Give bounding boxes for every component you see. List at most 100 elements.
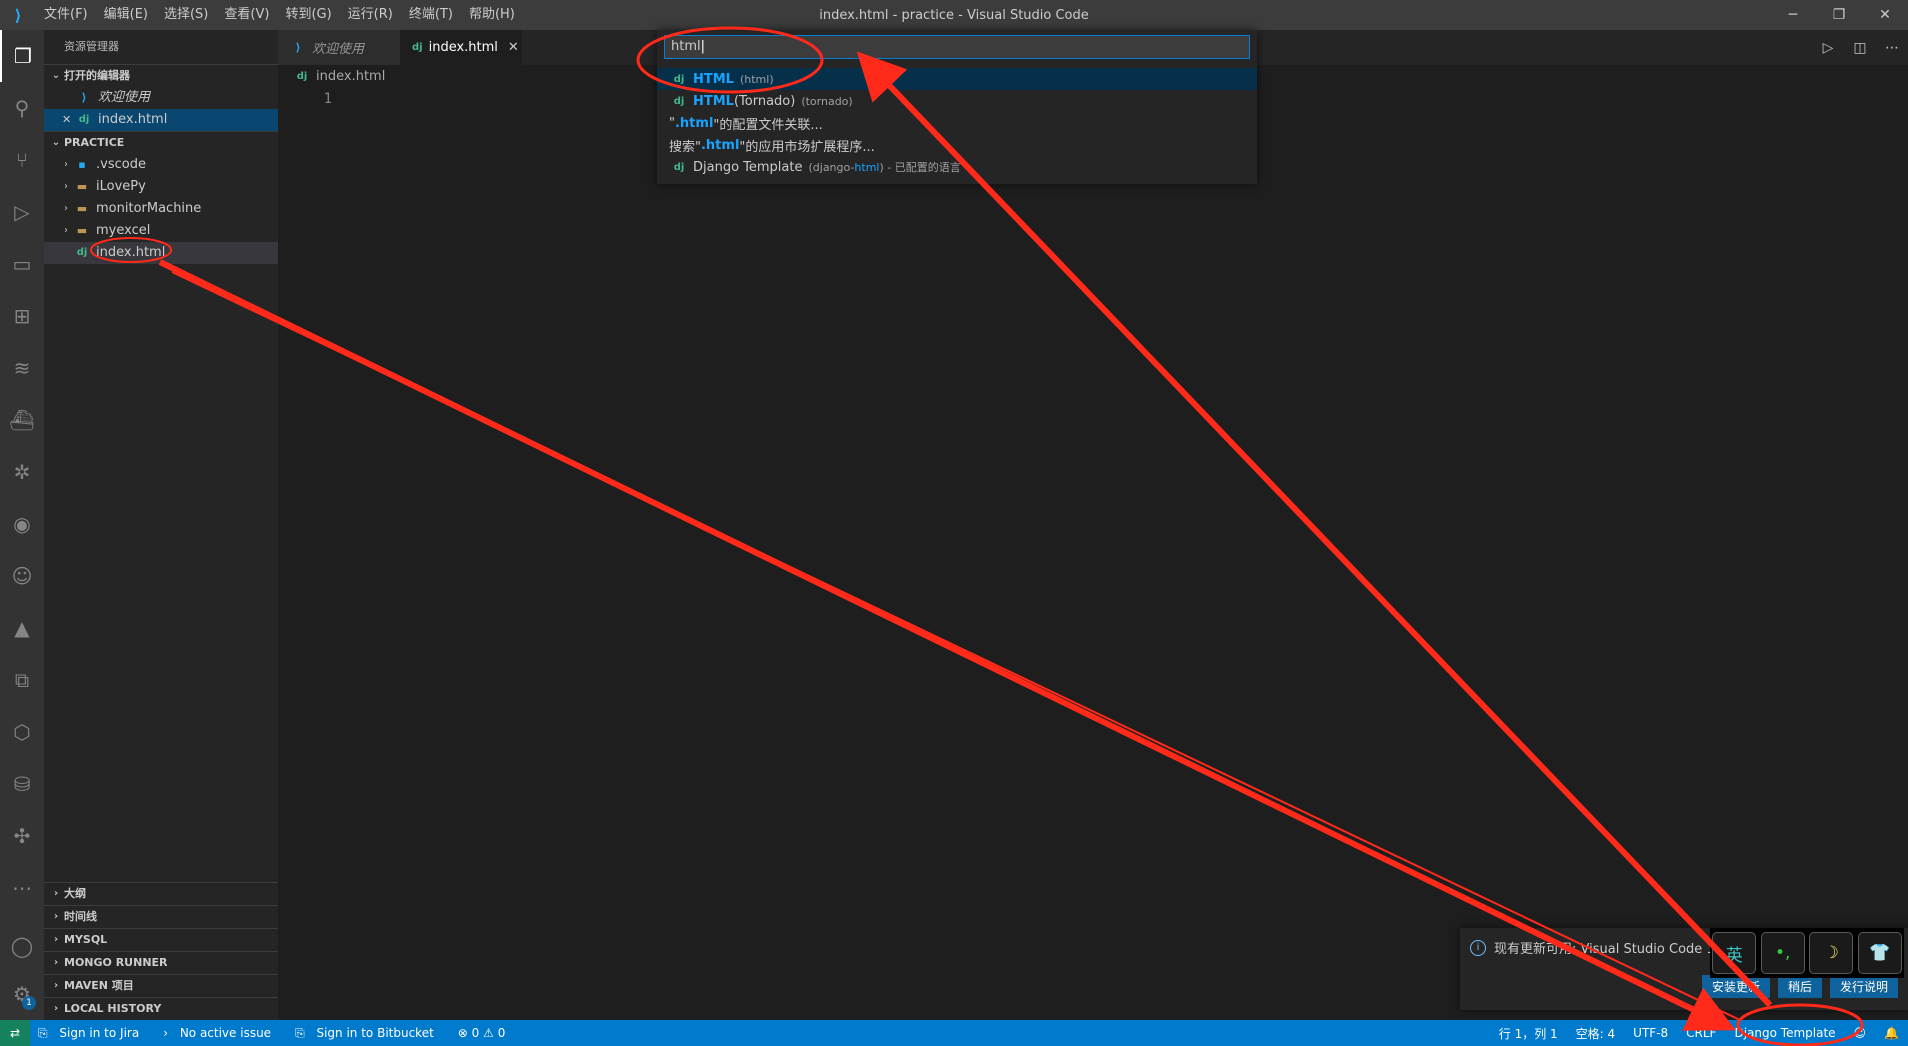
chevron-right-icon: › <box>53 1003 59 1014</box>
menu-terminal[interactable]: 终端(T) <box>401 0 461 30</box>
release-notes-button[interactable]: 发行说明 <box>1829 975 1898 998</box>
menu-run[interactable]: 运行(R) <box>340 0 401 30</box>
indentation[interactable]: 空格: 4 <box>1567 1025 1625 1042</box>
layers-icon[interactable]: ≋ <box>0 342 44 394</box>
title-bar: ⟩ 文件(F) 编辑(E) 选择(S) 查看(V) 转到(G) 运行(R) 终端… <box>0 0 1908 30</box>
ime-skin-icon[interactable]: 👕 <box>1857 932 1902 974</box>
menu-edit[interactable]: 编辑(E) <box>96 0 156 30</box>
chevron-right-icon: › <box>64 181 68 192</box>
code-editor[interactable] <box>358 87 1908 1020</box>
folder-vscode-icon: ▪ <box>78 158 86 171</box>
vscode-icon[interactable]: ⟩ <box>0 0 36 30</box>
folder-ilovepy[interactable]: › ▬ iLovePy <box>44 176 278 198</box>
more-actions-icon[interactable]: ⋯ <box>1876 40 1908 56</box>
language-option-html-tornado[interactable]: dj HTML (Tornado) (tornado) <box>657 90 1257 112</box>
folder-vscode[interactable]: › ▪ .vscode <box>44 154 278 176</box>
sidebar-title: 资源管理器 <box>64 40 119 53</box>
open-editors-header[interactable]: ⌄ 打开的编辑器 <box>44 64 278 87</box>
folder-monitormachine[interactable]: › ▬ monitorMachine <box>44 198 278 220</box>
run-icon[interactable]: ▷ <box>1812 40 1844 56</box>
menu-view[interactable]: 查看(V) <box>216 0 277 30</box>
outline-section[interactable]: › 大纲 <box>44 882 278 905</box>
folder-myexcel[interactable]: › ▬ myexcel <box>44 220 278 242</box>
active-issue[interactable]: › No active issue <box>155 1026 287 1040</box>
search-marketplace[interactable]: 搜索" .html "的应用市场扩展程序... <box>657 134 1257 156</box>
open-editor-index[interactable]: ✕ dj index.html <box>44 109 278 131</box>
django-icon: dj <box>673 73 685 85</box>
django-icon: dj <box>673 95 685 107</box>
close-icon[interactable]: ✕ <box>62 109 76 131</box>
tab-welcome[interactable]: ⟩ 欢迎使用 <box>278 30 400 65</box>
breadcrumb-file[interactable]: index.html <box>316 69 385 84</box>
notifications-bell-icon[interactable]: 🔔 <box>1875 1026 1908 1040</box>
later-button[interactable]: 稍后 <box>1777 975 1822 998</box>
bitbucket-sign-in[interactable]: ⎘ Sign in to Bitbucket <box>287 1026 450 1041</box>
menu-selection[interactable]: 选择(S) <box>156 0 216 30</box>
file-index-html[interactable]: dj index.html <box>44 242 278 264</box>
chevron-right-icon: › <box>64 225 68 236</box>
install-update-button[interactable]: 安装更新 <box>1701 975 1770 998</box>
language-mode[interactable]: Django Template <box>1725 1026 1844 1040</box>
source-control-icon[interactable]: ⑂ <box>0 134 44 186</box>
extensions-icon[interactable]: ⊞ <box>0 290 44 342</box>
deploy-icon[interactable]: ⧉ <box>0 654 44 706</box>
azure-icon[interactable]: ▲ <box>0 602 44 654</box>
ime-punctuation-toggle[interactable]: •, <box>1760 932 1805 974</box>
local-history-section[interactable]: › LOCAL HISTORY <box>44 997 278 1020</box>
explorer-sidebar: 资源管理器 ⌄ 打开的编辑器 ⟩ 欢迎使用 ✕ dj index.html ⌄ PRACT… <box>44 30 278 1020</box>
restore-button[interactable]: ❐ <box>1816 0 1862 30</box>
accounts-icon[interactable]: ◯ <box>0 920 44 972</box>
graph-icon[interactable]: ✣ <box>0 810 44 862</box>
close-tab-icon[interactable]: ✕ <box>508 40 519 55</box>
close-window-button[interactable]: ✕ <box>1862 0 1908 30</box>
open-editor-welcome[interactable]: ⟩ 欢迎使用 <box>44 87 278 109</box>
feedback-icon[interactable]: ☺ <box>1845 1026 1876 1040</box>
explorer-icon[interactable]: ❐ <box>0 30 44 82</box>
practice-header[interactable]: ⌄ PRACTICE <box>44 131 278 154</box>
vscode-icon: ⟩ <box>295 41 301 54</box>
run-debug-icon[interactable]: ▷ <box>0 186 44 238</box>
problems-count[interactable]: ⊗ 0 ⚠ 0 <box>450 1026 514 1040</box>
django-icon: dj <box>76 247 88 258</box>
language-option-django-template[interactable]: dj Django Template (django-html) - 已配置的语言 <box>657 156 1257 178</box>
info-icon: i <box>1470 939 1486 956</box>
menu-file[interactable]: 文件(F) <box>36 0 96 30</box>
status-bar: ⇄ ⎘ Sign in to Jira › No active issue ⎘ … <box>0 1020 1908 1046</box>
chevron-right-icon: › <box>53 934 59 945</box>
ime-moon-icon[interactable]: ☽ <box>1809 932 1854 974</box>
chevron-down-icon: ⌄ <box>51 70 61 81</box>
minimize-button[interactable]: ─ <box>1770 0 1816 30</box>
chevron-down-icon: ⌄ <box>51 137 61 148</box>
database-icon[interactable]: ⛁ <box>0 758 44 810</box>
remote-icon[interactable]: ⇄ <box>0 1020 30 1046</box>
django-icon: dj <box>296 70 308 82</box>
mongo-runner-section[interactable]: › MONGO RUNNER <box>44 951 278 974</box>
language-option-html[interactable]: dj HTML (html) <box>657 68 1257 90</box>
encoding[interactable]: UTF-8 <box>1624 1026 1677 1040</box>
configure-file-association[interactable]: " .html "的配置文件关联... <box>657 112 1257 134</box>
account-alt-icon[interactable]: ☺ <box>0 550 44 602</box>
chevron-right-icon: › <box>64 159 68 170</box>
split-editor-icon[interactable]: ◫ <box>1844 40 1876 56</box>
vscode-icon: ⟩ <box>81 91 87 104</box>
django-icon: dj <box>78 114 90 125</box>
line-ending[interactable]: CRLF <box>1677 1026 1725 1040</box>
language-search-input[interactable]: html| <box>664 35 1250 59</box>
mysql-section[interactable]: › MYSQL <box>44 928 278 951</box>
json-icon[interactable]: ◉ <box>0 498 44 550</box>
menu-go[interactable]: 转到(G) <box>277 0 339 30</box>
docker-icon[interactable]: ⛴ <box>0 394 44 446</box>
more-icon[interactable]: ⋯ <box>0 862 44 914</box>
settings-gear-icon[interactable]: ⚙ 1 <box>0 968 44 1020</box>
cursor-position[interactable]: 行 1，列 1 <box>1490 1025 1567 1042</box>
kubernetes-icon[interactable]: ✲ <box>0 446 44 498</box>
remote-explorer-icon[interactable]: ▭ <box>0 238 44 290</box>
search-icon[interactable]: ⚲ <box>0 82 44 134</box>
ime-language-toggle[interactable]: 英 <box>1712 932 1757 974</box>
timeline-section[interactable]: › 时间线 <box>44 905 278 928</box>
tab-index-html[interactable]: dj index.html ✕ <box>400 30 522 65</box>
menu-help[interactable]: 帮助(H) <box>461 0 523 30</box>
jira-sign-in[interactable]: ⎘ Sign in to Jira <box>30 1026 155 1041</box>
package-icon[interactable]: ⬡ <box>0 706 44 758</box>
maven-section[interactable]: › MAVEN 项目 <box>44 974 278 997</box>
